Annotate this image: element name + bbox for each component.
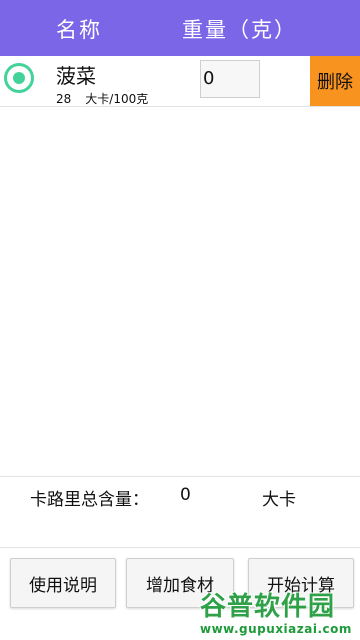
delete-button[interactable]: 删除: [310, 56, 360, 106]
total-unit: 大卡: [262, 490, 296, 510]
total-label: 卡路里总含量：: [30, 490, 149, 510]
food-row: 菠菜 28 大卡/100克 0 删除: [0, 56, 360, 107]
watermark-url: www.gupuxiazai.com: [200, 622, 352, 636]
start-calculation-button[interactable]: 开始计算: [248, 558, 354, 608]
select-radio[interactable]: [4, 63, 34, 93]
radio-checked-dot: [13, 72, 25, 84]
column-header-name: 名称: [56, 18, 102, 42]
food-calories-value: 28: [56, 92, 72, 106]
food-calories-unit: 大卡/100克: [85, 92, 149, 106]
total-panel: 卡路里总含量： 0 大卡: [0, 476, 360, 548]
food-name: 菠菜: [56, 64, 96, 88]
table-header: 名称 重量（克）: [0, 0, 360, 56]
weight-input[interactable]: 0: [200, 60, 260, 98]
total-value: 0: [180, 485, 191, 505]
column-header-weight: 重量（克）: [182, 18, 297, 42]
help-button[interactable]: 使用说明: [10, 558, 116, 608]
add-food-button[interactable]: 增加食材: [126, 558, 234, 608]
food-calories: 28 大卡/100克: [56, 90, 148, 107]
